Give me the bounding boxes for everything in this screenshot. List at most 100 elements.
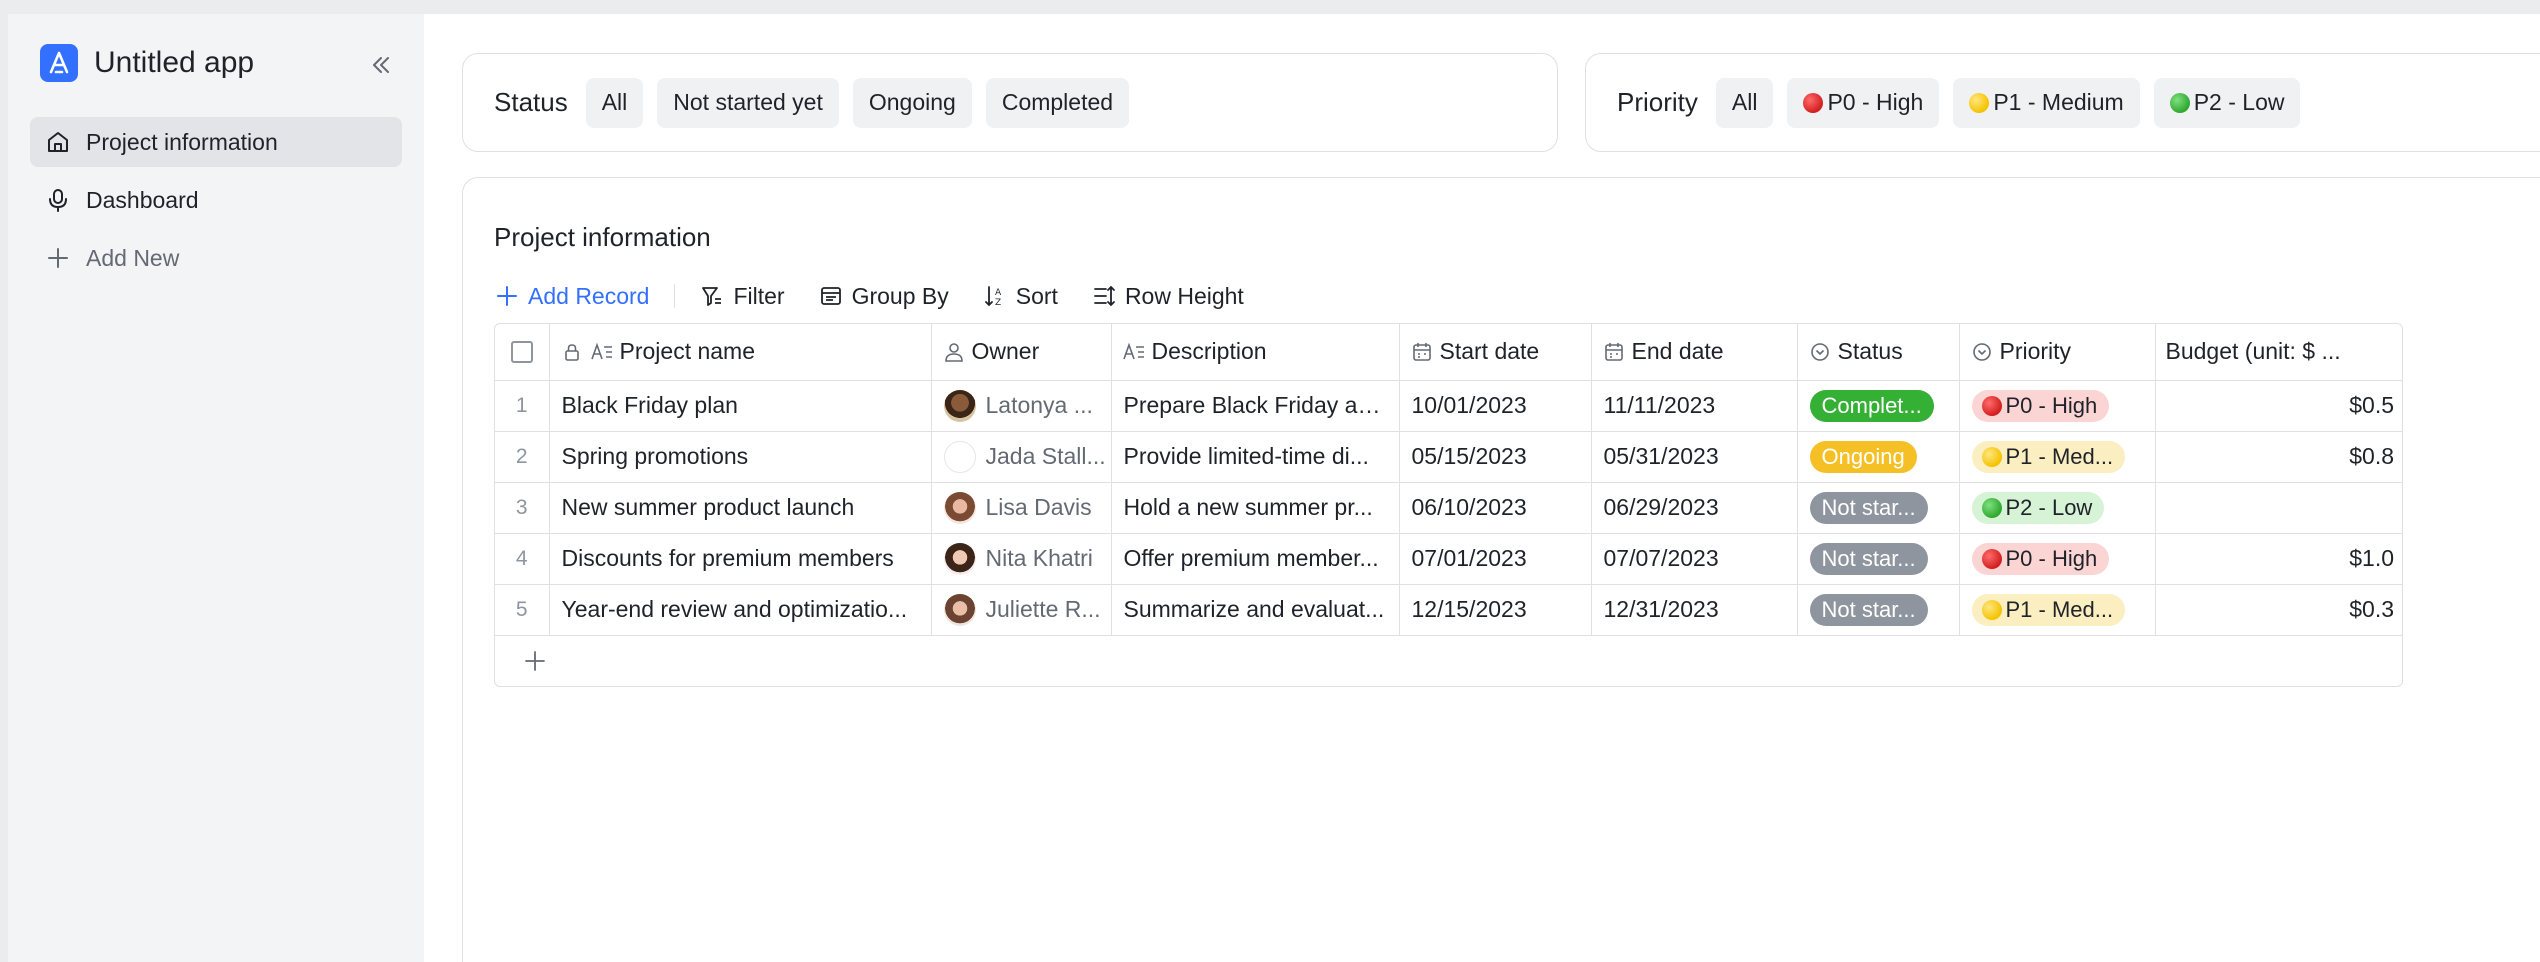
cell-start-date[interactable]: 10/01/2023 [1399, 380, 1592, 432]
status-chip-completed[interactable]: Completed [985, 77, 1130, 128]
priority-badge: P0 - High [1971, 389, 2110, 422]
avatar [943, 593, 976, 626]
cell-end-date[interactable]: 12/31/2023 [1591, 584, 1798, 636]
priority-chip-p2[interactable]: P2 - Low [2153, 77, 2301, 128]
cell-status[interactable]: Ongoing [1797, 431, 1960, 483]
column-label: Owner [971, 338, 1040, 365]
cell-end-date[interactable]: 06/29/2023 [1591, 482, 1798, 534]
cell-end-date[interactable]: 05/31/2023 [1591, 431, 1798, 483]
column-header-owner[interactable]: Owner [931, 324, 1112, 381]
cell-status[interactable]: Complet... [1797, 380, 1960, 432]
table-row[interactable]: 3 New summer product launch Lisa Davis H… [495, 482, 2402, 534]
cell-priority[interactable]: P2 - Low [1959, 482, 2156, 534]
row-number: 4 [495, 533, 550, 585]
cell-description[interactable]: Provide limited-time di... [1111, 431, 1400, 483]
table-row[interactable]: 5 Year-end review and optimizatio... Jul… [495, 584, 2402, 636]
cell-project-name[interactable]: Year-end review and optimizatio... [549, 584, 932, 636]
select-all-header[interactable] [495, 324, 550, 381]
add-record-label: Add Record [528, 282, 650, 309]
status-badge: Not star... [1809, 593, 1928, 626]
column-label: Status [1837, 338, 1903, 365]
chip-label: P0 - High [1827, 89, 1924, 115]
column-label: Priority [1999, 338, 2072, 365]
cell-owner[interactable]: Juliette R... [931, 584, 1112, 636]
priority-filter-title: Priority [1617, 87, 1698, 117]
main-content: Status All Not started yet Ongoing Compl… [424, 14, 2540, 962]
filter-button[interactable]: Filter [699, 283, 785, 310]
cell-owner[interactable]: Nita Khatri [931, 533, 1112, 585]
sidebar-item-project-information[interactable]: Project information [30, 117, 402, 167]
status-chip-ongoing[interactable]: Ongoing [852, 77, 972, 128]
cell-budget[interactable]: $0.8 [2155, 431, 2402, 483]
cell-end-date[interactable]: 07/07/2023 [1591, 533, 1798, 585]
cell-description[interactable]: Hold a new summer pr... [1111, 482, 1400, 534]
column-header-start-date[interactable]: Start date [1399, 324, 1592, 381]
sort-button[interactable]: AZ Sort [982, 283, 1058, 310]
avatar [943, 440, 976, 473]
cell-status[interactable]: Not star... [1797, 533, 1960, 585]
cell-priority[interactable]: P0 - High [1959, 380, 2156, 432]
cell-status[interactable]: Not star... [1797, 584, 1960, 636]
row-height-button[interactable]: Row Height [1091, 283, 1244, 310]
collapse-sidebar-button[interactable] [366, 50, 396, 80]
group-by-button[interactable]: Group By [818, 283, 949, 310]
column-header-priority[interactable]: Priority [1959, 324, 2156, 381]
sidebar-item-dashboard[interactable]: Dashboard [30, 175, 402, 225]
cell-priority[interactable]: P1 - Med... [1959, 584, 2156, 636]
row-number: 1 [495, 380, 550, 432]
cell-budget[interactable]: $1.0 [2155, 533, 2402, 585]
select-all-checkbox[interactable] [510, 340, 533, 363]
cell-priority[interactable]: P0 - High [1959, 533, 2156, 585]
column-label: Start date [1439, 338, 1540, 365]
cell-owner[interactable]: Jada Stall... [931, 431, 1112, 483]
status-filter-title: Status [494, 87, 568, 117]
cell-priority[interactable]: P1 - Med... [1959, 431, 2156, 483]
cell-status[interactable]: Not star... [1797, 482, 1960, 534]
table-row[interactable]: 4 Discounts for premium members Nita Kha… [495, 533, 2402, 585]
priority-label: P0 - High [2005, 545, 2098, 571]
priority-label: P1 - Med... [2005, 443, 2114, 469]
column-header-end-date[interactable]: End date [1591, 324, 1798, 381]
cell-description[interactable]: Offer premium member... [1111, 533, 1400, 585]
sidebar-item-add-new[interactable]: Add New [30, 233, 402, 283]
brand: Untitled app [40, 44, 254, 82]
green-circle-icon [2169, 92, 2190, 113]
single-select-icon [1970, 340, 1994, 364]
single-select-icon [1808, 340, 1832, 364]
priority-label: P2 - Low [2005, 494, 2093, 520]
column-header-budget[interactable]: Budget (unit: $ ... [2155, 324, 2402, 381]
cell-project-name[interactable]: Spring promotions [549, 431, 932, 483]
status-chip-not-started[interactable]: Not started yet [657, 77, 839, 128]
add-record-button[interactable]: Add Record [494, 283, 649, 310]
cell-start-date[interactable]: 05/15/2023 [1399, 431, 1592, 483]
cell-description[interactable]: Prepare Black Friday ac... [1111, 380, 1400, 432]
cell-project-name[interactable]: New summer product launch [549, 482, 932, 534]
sidebar-nav: Project information Dashboard Add New [30, 117, 402, 291]
table-row[interactable]: 2 Spring promotions Jada Stall... Provid… [495, 431, 2402, 483]
cell-budget[interactable]: $0.5 [2155, 380, 2402, 432]
cell-start-date[interactable]: 06/10/2023 [1399, 482, 1592, 534]
add-row-button[interactable] [495, 636, 2402, 686]
priority-chip-p1[interactable]: P1 - Medium [1953, 77, 2140, 128]
cell-project-name[interactable]: Black Friday plan [549, 380, 932, 432]
priority-chip-p0[interactable]: P0 - High [1787, 77, 1940, 128]
table-row[interactable]: 1 Black Friday plan Latonya ... Prepare … [495, 380, 2402, 432]
cell-description[interactable]: Summarize and evaluat... [1111, 584, 1400, 636]
plus-icon [525, 650, 545, 671]
column-header-description[interactable]: Description [1111, 324, 1400, 381]
yellow-circle-icon [1981, 599, 2002, 620]
priority-chip-all[interactable]: All [1715, 77, 1774, 128]
cell-budget[interactable]: $0.3 [2155, 584, 2402, 636]
cell-owner[interactable]: Latonya ... [931, 380, 1112, 432]
cell-start-date[interactable]: 12/15/2023 [1399, 584, 1592, 636]
cell-start-date[interactable]: 07/01/2023 [1399, 533, 1592, 585]
column-header-project-name[interactable]: Project name [549, 324, 932, 381]
column-header-status[interactable]: Status [1797, 324, 1960, 381]
cell-budget[interactable] [2155, 482, 2402, 534]
cell-owner[interactable]: Lisa Davis [931, 482, 1112, 534]
owner-name: Nita Khatri [985, 545, 1093, 571]
cell-project-name[interactable]: Discounts for premium members [549, 533, 932, 585]
cell-end-date[interactable]: 11/11/2023 [1591, 380, 1798, 432]
status-chip-all[interactable]: All [585, 77, 644, 128]
microphone-icon [44, 186, 72, 214]
